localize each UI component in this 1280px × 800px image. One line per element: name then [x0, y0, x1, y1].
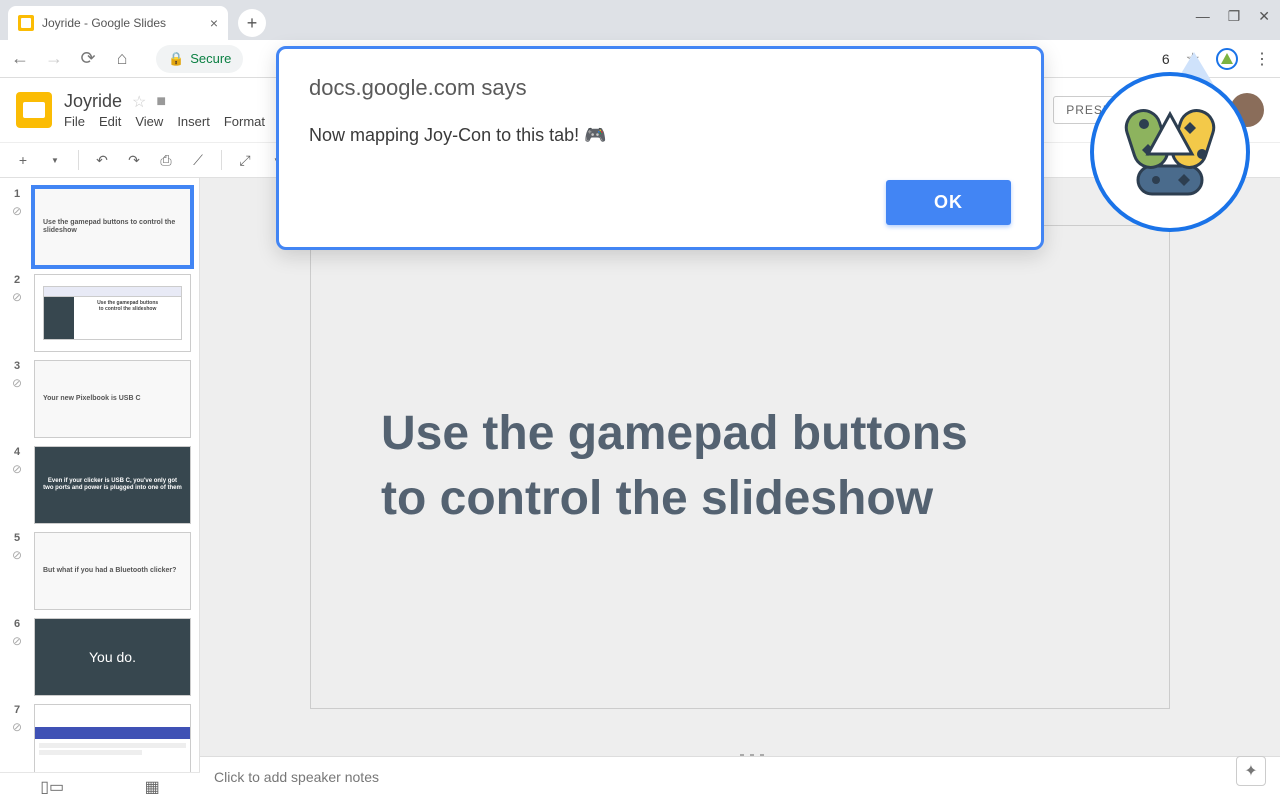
js-alert-dialog: docs.google.com says Now mapping Joy-Con…	[276, 46, 1044, 250]
thumbnail-text: Use the gamepad buttons to control the s…	[35, 219, 190, 236]
new-slide-button[interactable]: +	[10, 147, 36, 173]
thumbnail[interactable]: Your new Pixelbook is USB C	[34, 360, 191, 438]
slide-canvas[interactable]: Use the gamepad buttons to control the s…	[310, 225, 1170, 709]
lock-icon: 🔒	[168, 51, 184, 67]
star-document-icon[interactable]: ☆	[132, 92, 146, 112]
chrome-menu-icon[interactable]: ⋮	[1254, 49, 1270, 69]
thumbnail[interactable]: But what if you had a Bluetooth clicker?	[34, 532, 191, 610]
thumbnail[interactable]: Even if your clicker is USB C, you've on…	[34, 446, 191, 524]
extension-callout	[1090, 72, 1250, 232]
home-icon[interactable]: ⌂	[112, 48, 132, 69]
browser-tab-strip: Joyride - Google Slides × + — ❐ ✕	[0, 0, 1280, 40]
window-controls: — ❐ ✕	[1196, 8, 1270, 25]
slides-favicon-icon	[18, 15, 34, 31]
paint-format-button[interactable]: ⟋	[185, 147, 211, 173]
forward-icon[interactable]: →	[44, 48, 64, 69]
notes-placeholder: Click to add speaker notes	[214, 769, 379, 785]
explore-button[interactable]: ✦	[1236, 756, 1266, 786]
notes-resize-handle[interactable]	[740, 754, 764, 758]
thumbnail[interactable]: You do.	[34, 618, 191, 696]
thumbnail[interactable]	[34, 704, 191, 782]
thumbnail-row[interactable]: 6 ⊘ You do.	[0, 614, 199, 700]
thumbnail-rail[interactable]: 1 ⊘ Use the gamepad buttons to control the…	[0, 178, 200, 800]
window-minimize-icon[interactable]: —	[1196, 8, 1210, 25]
reload-icon[interactable]: ⟳	[78, 48, 98, 69]
window-restore-icon[interactable]: ❐	[1228, 8, 1241, 25]
redo-button[interactable]: ↷	[121, 147, 147, 173]
thumbnail-row[interactable]: 1 ⊘ Use the gamepad buttons to control the…	[0, 184, 199, 270]
slide-heading-line: to control the slideshow	[381, 467, 1169, 532]
filmstrip-view-icon[interactable]: ▯▭	[40, 777, 64, 797]
callout-circle	[1090, 72, 1250, 232]
canvas-area: Use the gamepad buttons to control the s…	[200, 178, 1280, 800]
alert-ok-button[interactable]: OK	[886, 180, 1011, 225]
tab-close-icon[interactable]: ×	[210, 15, 218, 31]
thumbnail-text: Your new Pixelbook is USB C	[35, 395, 190, 403]
thumbnail-number: 3	[14, 360, 20, 372]
tab-title: Joyride - Google Slides	[42, 16, 166, 30]
browser-tab[interactable]: Joyride - Google Slides ×	[8, 6, 228, 40]
window-close-icon[interactable]: ✕	[1258, 8, 1270, 25]
explore-icon: ✦	[1244, 761, 1257, 781]
menu-bar: File Edit View Insert Format	[64, 114, 265, 129]
slide-heading-line: Use the gamepad buttons	[381, 402, 1169, 467]
url-security-pill[interactable]: 🔒 Secure	[156, 45, 243, 73]
thumbnail-text: You do.	[81, 649, 144, 666]
move-folder-icon[interactable]: ■	[156, 93, 166, 111]
thumbnail-number: 5	[14, 532, 20, 544]
thumbnail[interactable]: Use the gamepad buttons to control the s…	[34, 188, 191, 266]
new-tab-button[interactable]: +	[238, 9, 266, 37]
separator	[221, 150, 222, 170]
menu-view[interactable]: View	[135, 114, 163, 129]
thumbnail-number: 6	[14, 618, 20, 630]
thumbnail-row[interactable]: 4 ⊘ Even if your clicker is USB C, you've …	[0, 442, 199, 528]
skip-slide-icon: ⊘	[12, 204, 22, 218]
back-icon[interactable]: ←	[10, 48, 30, 69]
thumbnail-number: 7	[14, 704, 20, 716]
print-button[interactable]: ⎙	[153, 147, 179, 173]
menu-edit[interactable]: Edit	[99, 114, 121, 129]
skip-slide-icon: ⊘	[12, 548, 22, 562]
grid-view-icon[interactable]: ▦	[145, 777, 160, 797]
menu-file[interactable]: File	[64, 114, 85, 129]
skip-slide-icon: ⊘	[12, 376, 22, 390]
slides-logo-icon[interactable]	[16, 92, 52, 128]
thumbnail-row[interactable]: 5 ⊘ But what if you had a Bluetooth clicke…	[0, 528, 199, 614]
zoom-button[interactable]: ⤢	[232, 147, 258, 173]
document-title[interactable]: Joyride	[64, 91, 122, 112]
thumbnail-number: 4	[14, 446, 20, 458]
speaker-notes[interactable]: Click to add speaker notes	[200, 756, 1280, 800]
thumbnail-text: Even if your clicker is USB C, you've on…	[35, 478, 190, 492]
view-switcher: ▯▭ ▦	[0, 772, 200, 800]
new-slide-menu-icon[interactable]: ▼	[42, 147, 68, 173]
thumbnail-row[interactable]: 3 ⊘ Your new Pixelbook is USB C	[0, 356, 199, 442]
thumbnail-row[interactable]: 2 ⊘ Use the gamepad buttonsto control the …	[0, 270, 199, 356]
menu-format[interactable]: Format	[224, 114, 265, 129]
thumbnail-number: 1	[14, 188, 20, 200]
alert-title: docs.google.com says	[309, 75, 1011, 101]
skip-slide-icon: ⊘	[12, 720, 22, 734]
joycon-icon	[1110, 92, 1230, 212]
skip-slide-icon: ⊘	[12, 462, 22, 476]
undo-button[interactable]: ↶	[89, 147, 115, 173]
alert-body: Now mapping Joy-Con to this tab! 🎮	[309, 125, 1011, 146]
skip-slide-icon: ⊘	[12, 634, 22, 648]
thumbnail[interactable]: Use the gamepad buttonsto control the sl…	[34, 274, 191, 352]
secure-label: Secure	[190, 51, 231, 66]
thumbnail-number: 2	[14, 274, 20, 286]
skip-slide-icon: ⊘	[12, 290, 22, 304]
menu-insert[interactable]: Insert	[177, 114, 210, 129]
separator	[78, 150, 79, 170]
thumbnail-text: But what if you had a Bluetooth clicker?	[35, 567, 190, 575]
